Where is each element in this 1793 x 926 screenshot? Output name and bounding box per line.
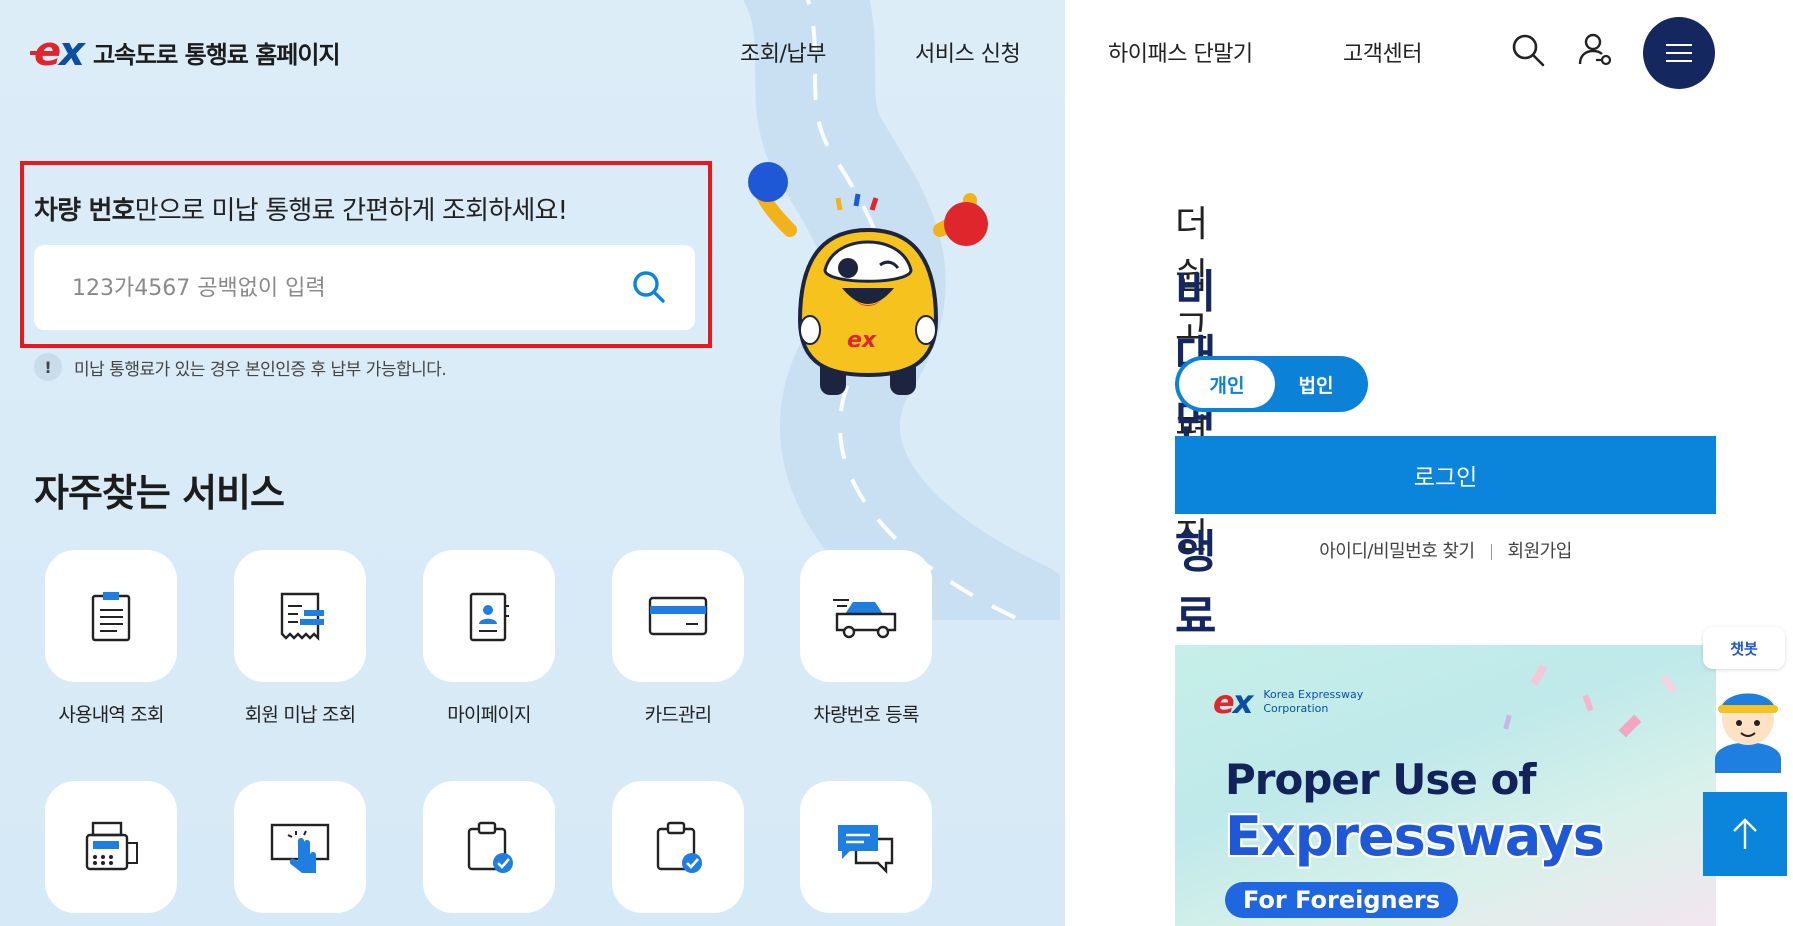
nav-hipass-terminal[interactable]: 하이패스 단말기: [1108, 36, 1253, 68]
nav-service-application[interactable]: 서비스 신청: [915, 36, 1021, 68]
banner-heading-line1: Proper Use of: [1225, 755, 1537, 804]
credit-card-icon: [648, 596, 708, 636]
vehicle-number-input[interactable]: [70, 267, 614, 309]
login-button[interactable]: 로그인: [1175, 436, 1716, 514]
service-member-unpaid[interactable]: 회원 미납 조회: [234, 550, 366, 727]
ex-logo-mark: ex: [30, 29, 85, 75]
banner-tag: For Foreigners: [1225, 882, 1459, 918]
site-logo[interactable]: ex 고속도로 통행료 홈페이지: [30, 29, 341, 75]
profile-card-icon: [469, 592, 509, 642]
toggle-personal[interactable]: 개인: [1179, 360, 1275, 408]
vehicle-search-box: [34, 245, 695, 330]
clipboard-check-icon: [467, 821, 513, 873]
toggle-corporate[interactable]: 법인: [1268, 360, 1364, 408]
arrow-up-icon: [1733, 818, 1757, 849]
service-card-management[interactable]: 카드관리: [612, 550, 744, 727]
search-title: 차량 번호만으로 미납 통행료 간편하게 조회하세요!: [34, 196, 568, 226]
service-chat[interactable]: [800, 781, 932, 913]
car-icon: [833, 599, 897, 639]
exclamation-icon: !: [34, 353, 62, 381]
receipt-icon: [280, 592, 324, 641]
service-usage-history[interactable]: 사용내역 조회: [45, 550, 177, 727]
signup-link[interactable]: 회원가입: [1508, 541, 1573, 562]
mascot-car-illustration: ex: [748, 162, 988, 395]
banner-logo: ex Korea Expressway Corporation: [1213, 683, 1364, 721]
service-vehicle-registration[interactable]: 차량번호 등록: [800, 550, 932, 727]
find-id-password-link[interactable]: 아이디/비밀번호 찾기: [1319, 541, 1475, 562]
favorites-title: 자주찾는 서비스: [34, 471, 285, 515]
clipboard-check-icon: [656, 821, 702, 873]
payment-notice: ! 미납 통행료가 있는 경우 본인인증 후 납부 가능합니다.: [34, 353, 447, 381]
nav-inquiry-payment[interactable]: 조회/납부: [740, 36, 826, 68]
chatbot-label: 챗봇: [1703, 627, 1785, 669]
banner-heading-line2: Expressways: [1225, 805, 1605, 868]
foreigner-banner[interactable]: ex Korea Expressway Corporation Proper Us…: [1175, 645, 1716, 926]
chatbot-widget[interactable]: 챗봇: [1703, 627, 1793, 775]
chatbot-mascot-icon: [1715, 693, 1781, 773]
touch-screen-icon: [270, 823, 330, 873]
service-clipboard-check-2[interactable]: [612, 781, 744, 913]
service-clipboard-check-1[interactable]: [423, 781, 555, 913]
site-title: 고속도로 통행료 홈페이지: [92, 40, 341, 69]
service-kiosk[interactable]: [45, 781, 177, 913]
nav-customer-center[interactable]: 고객센터: [1343, 36, 1422, 68]
search-submit-icon[interactable]: [629, 267, 669, 307]
service-my-page[interactable]: 마이페이지: [423, 550, 555, 727]
user-login-icon[interactable]: [1576, 30, 1616, 70]
search-icon[interactable]: [1508, 30, 1548, 70]
chat-icon: [838, 825, 894, 874]
member-type-toggle: 개인 법인: [1175, 356, 1368, 412]
scroll-top-button[interactable]: [1703, 792, 1787, 876]
menu-button[interactable]: [1643, 17, 1715, 89]
hamburger-icon: [1666, 44, 1692, 46]
service-touch[interactable]: [234, 781, 366, 913]
clipboard-list-icon: [91, 592, 131, 642]
account-links: 아이디/비밀번호 찾기 회원가입: [1175, 537, 1716, 563]
mascot-ex-badge: ex: [847, 328, 877, 353]
kiosk-icon: [85, 821, 138, 871]
